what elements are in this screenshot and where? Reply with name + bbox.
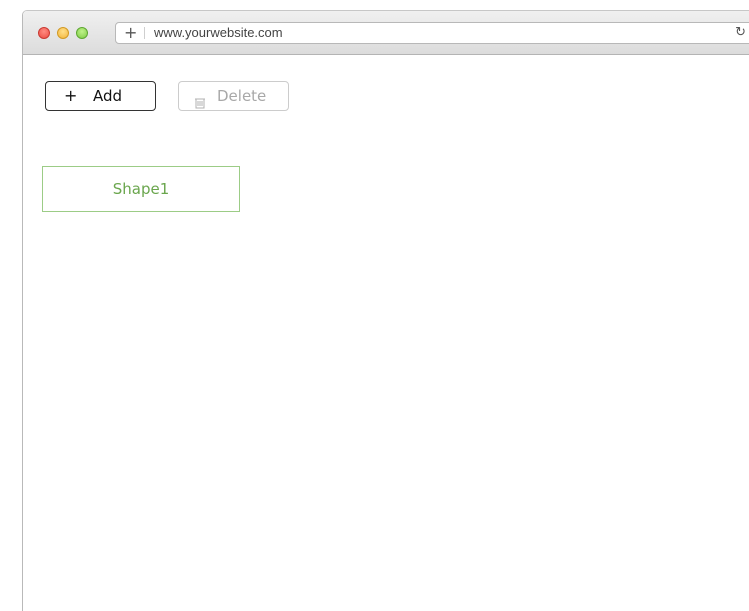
delete-button-label: Delete: [217, 87, 267, 105]
address-bar[interactable]: + www.yourwebsite.com ↻: [115, 22, 749, 44]
add-button-label: Add: [93, 87, 123, 105]
shape-box[interactable]: Shape1: [42, 166, 240, 212]
plus-icon[interactable]: +: [124, 23, 137, 43]
trash-icon: [194, 90, 206, 109]
delete-button[interactable]: Delete: [178, 81, 289, 111]
browser-titlebar: + www.yourwebsite.com ↻: [23, 11, 749, 55]
browser-window: + www.yourwebsite.com ↻ + Add Delete Sha…: [22, 10, 749, 611]
address-divider: [144, 27, 145, 39]
close-window-button[interactable]: [38, 27, 50, 39]
add-button[interactable]: + Add: [45, 81, 156, 111]
reload-icon[interactable]: ↻: [735, 23, 746, 43]
plus-icon: +: [64, 86, 78, 105]
zoom-window-button[interactable]: [76, 27, 88, 39]
url-text[interactable]: www.yourwebsite.com: [154, 23, 283, 43]
minimize-window-button[interactable]: [57, 27, 69, 39]
page-content: + Add Delete Shape1: [23, 55, 749, 611]
